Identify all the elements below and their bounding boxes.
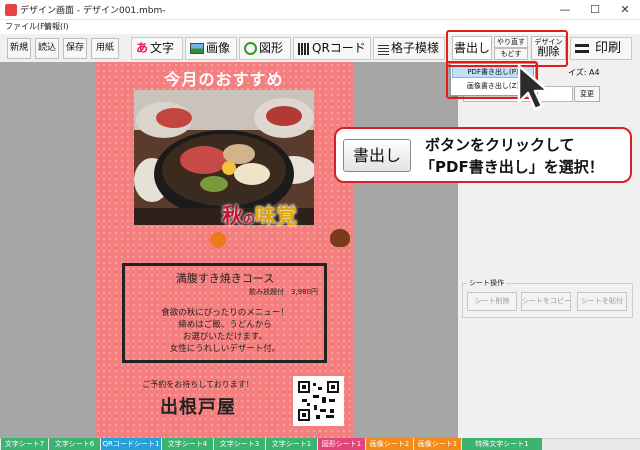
qr-code[interactable] (293, 376, 344, 426)
grid-pattern-icon (378, 42, 389, 55)
print-label: 印刷 (595, 41, 622, 56)
sheet-tab[interactable]: QRコードシート1 (101, 438, 161, 450)
paper-button[interactable]: 用紙 (91, 38, 119, 59)
sheet-paste-button[interactable]: シートを貼付 (577, 292, 627, 311)
course-title: 満腹すき焼きコース (175, 272, 275, 285)
menu-file[interactable]: ファイル(F) (5, 21, 48, 32)
qr-icon (298, 42, 310, 55)
maximize-button[interactable]: ☐ (580, 0, 610, 20)
flyer-headline[interactable]: 今月のおすすめ (95, 66, 353, 90)
logo-no: の (243, 212, 256, 226)
persimmon-icon (210, 232, 226, 248)
reservation-text[interactable]: ご予約をお待ちしております！ (123, 379, 273, 390)
course-desc-line-3: お選びいただけます。 (182, 332, 268, 342)
callout-line-2: 「PDF書き出し」を選択！ (420, 158, 604, 176)
close-button[interactable]: ✕ (610, 0, 640, 20)
app-window: デザイン画面 - デザイン001.mbm- — ☐ ✕ ファイル(F) 情報(I… (0, 0, 640, 450)
sheet-tab[interactable]: 文字シート7 (1, 438, 48, 450)
print-button[interactable]: 印刷 (570, 37, 632, 60)
print-icon (575, 44, 589, 53)
image-tool-button[interactable]: 画像 (185, 37, 237, 60)
shape-tool-button[interactable]: 図形 (239, 37, 291, 60)
callout-export-button: 書出し (343, 139, 411, 172)
sheet-tab[interactable]: 文字シート4 (162, 438, 213, 450)
sheet-tab[interactable]: 文字シート1 (266, 438, 317, 450)
sheet-copy-button[interactable]: シートをコピー (521, 292, 571, 311)
mouse-cursor-icon (517, 64, 550, 111)
qr-code-pattern (298, 381, 339, 421)
save-button[interactable]: 保存 (63, 38, 87, 59)
pattern-tool-label: 格子模様 (391, 41, 440, 55)
chestnut-icon (330, 229, 350, 247)
sheet-tab[interactable]: 図形シート1 (318, 438, 365, 450)
qr-tool-label: QRコード (312, 41, 366, 55)
load-button[interactable]: 読込 (35, 38, 59, 59)
properties-panel (458, 62, 640, 438)
circle-icon (244, 42, 257, 55)
pattern-tool-button[interactable]: 格子模様 (373, 37, 445, 60)
shop-name[interactable]: 出根戸屋 (123, 393, 273, 419)
minimize-button[interactable]: — (550, 0, 580, 20)
landscape-icon (190, 43, 204, 54)
text-tool-button[interactable]: あ文字 (131, 37, 183, 60)
paper-size-label: イズ: A4 (568, 68, 600, 77)
logo-aki: 秋 (222, 203, 243, 228)
sheet-operations-label: シート操作 (467, 278, 506, 288)
change-size-button[interactable]: 変更 (574, 86, 600, 102)
course-price: 飲み放題付 3,980円 (248, 288, 318, 296)
course-desc-line-2: 締めはご飯、うどんから (178, 320, 272, 330)
sheet-tab[interactable]: 特殊文字シート1 (462, 438, 542, 450)
autumn-taste-logo[interactable]: 秋の味覚 (222, 200, 297, 230)
sheet-tab[interactable]: 画像シート1 (414, 438, 461, 450)
qr-tool-button[interactable]: QRコード (293, 37, 371, 60)
text-a-icon: あ (136, 41, 149, 55)
sheet-delete-button[interactable]: シート削除 (467, 292, 517, 311)
course-desc-line-4: 女性にうれしいデザート付。 (169, 344, 281, 354)
text-tool-label: 文字 (150, 41, 175, 55)
shape-tool-label: 図形 (259, 41, 284, 55)
sheet-tab[interactable]: 文字シート3 (214, 438, 265, 450)
logo-mikaku: 味覚 (255, 203, 298, 228)
course-desc-line-1: 食欲の秋にぴったりのメニュー！ (161, 308, 289, 318)
sheet-tab[interactable]: 文字シート6 (49, 438, 100, 450)
window-title: デザイン画面 - デザイン001.mbm- (20, 6, 166, 16)
new-button[interactable]: 新規 (7, 38, 31, 59)
callout-line-1: ボタンをクリックして (425, 136, 575, 154)
sheet-tab[interactable]: 画像シート2 (366, 438, 413, 450)
menu-info[interactable]: 情報(I) (44, 21, 69, 32)
app-icon (5, 4, 17, 16)
image-tool-label: 画像 (206, 41, 231, 55)
